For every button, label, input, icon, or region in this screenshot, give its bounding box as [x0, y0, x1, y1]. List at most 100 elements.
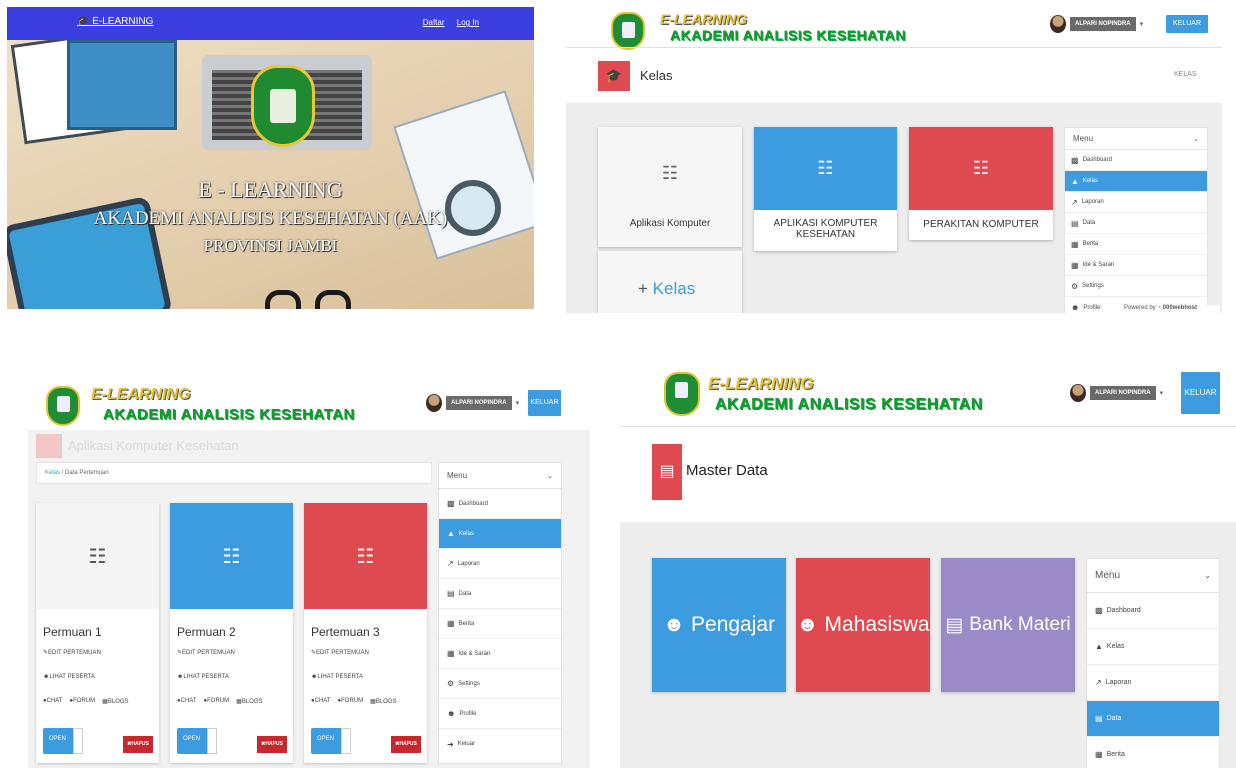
bank-materi-tile[interactable]: ▤ Bank Materi — [941, 558, 1075, 692]
sidebar-item-label: Laporan — [1105, 679, 1132, 686]
delete-button[interactable]: ✖HAPUS — [391, 736, 421, 753]
sidebar-item-settings[interactable]: ⚙ Settings — [439, 669, 561, 699]
line-chart-icon: ↗ — [1095, 678, 1102, 687]
sidebar-item-data[interactable]: ▤ Data — [439, 579, 561, 609]
daftar-link[interactable]: Daftar — [423, 18, 445, 27]
user-menu[interactable]: ALPARI NOPINDRA ▾ — [426, 394, 519, 412]
blogs-link[interactable]: ▦BLOGS — [370, 698, 396, 705]
sidebar-item-dashboard[interactable]: ▩ Dashboard — [439, 489, 561, 519]
chevron-down-icon: ⌄ — [1193, 135, 1199, 143]
breadcrumb[interactable]: KELAS — [1174, 71, 1197, 78]
forum-link[interactable]: ●FORUM — [204, 698, 230, 705]
sidebar-item-data[interactable]: ▤ Data — [1065, 213, 1207, 234]
pengajar-tile[interactable]: ☻ Pengajar — [652, 558, 786, 692]
sidebar-item-label: Ide & Saran — [458, 650, 491, 657]
open-toggle[interactable]: OPEN — [177, 728, 217, 754]
forum-link[interactable]: ●FORUM — [70, 698, 96, 705]
edit-meeting-link[interactable]: ✎EDIT PERTEMUAN — [36, 639, 159, 656]
open-toggle[interactable]: OPEN — [311, 728, 351, 754]
breadcrumb-link[interactable]: Kelas — [45, 470, 60, 476]
class-name: Aplikasi Komputer — [629, 218, 711, 229]
sidebar-item-keluar[interactable]: ➜ Keluar — [439, 729, 561, 759]
open-label: OPEN — [49, 736, 67, 742]
open-label: OPEN — [317, 736, 335, 742]
class-tile[interactable]: ☷ APLIKASI KOMPUTER KESEHATAN — [754, 127, 897, 251]
class-tile[interactable]: ☷ Aplikasi Komputer — [598, 127, 742, 247]
hero-title: E - LEARNING — [198, 177, 343, 202]
sidebar-item-label: Data — [1106, 715, 1122, 722]
user-menu[interactable]: ALPARI NOPINDRA ▾ — [1050, 15, 1143, 33]
sidebar-item-ide-saran[interactable]: ▦ Ide & Saran — [439, 639, 561, 669]
sidebar-item-ide-saran[interactable]: ▦ Ide & Saran — [1065, 255, 1207, 276]
mahasiswa-tile[interactable]: ☻ Mahasiswa — [796, 558, 930, 692]
edit-meeting-link[interactable]: ✎EDIT PERTEMUAN — [304, 639, 427, 656]
sidebar-item-laporan[interactable]: ↗ Laporan — [439, 549, 561, 579]
logout-button[interactable]: KELUAR — [1166, 15, 1208, 33]
sidebar-item-laporan[interactable]: ↗ Laporan — [1087, 665, 1219, 701]
view-participants-link[interactable]: ☻LIHAT PESERTA — [304, 656, 427, 680]
participants-label: LIHAT PESERTA — [317, 674, 363, 680]
class-tile[interactable]: ☷ PERAKITAN KOMPUTER — [909, 127, 1053, 240]
newspaper-icon: ▦ — [447, 619, 455, 628]
sidebar-item-kelas[interactable]: ▲ Kelas — [439, 519, 561, 549]
add-class-label: Kelas — [652, 279, 696, 298]
sidebar-item-data[interactable]: ▤ Data — [1087, 701, 1219, 737]
sidebar-item-profile[interactable]: ☻ Profile — [439, 699, 561, 729]
sidebar-item-settings[interactable]: ⚙ Settings — [1065, 276, 1207, 297]
edit-meeting-link[interactable]: ✎EDIT PERTEMUAN — [170, 639, 293, 656]
database-icon: ▤ — [945, 614, 964, 636]
menu-header[interactable]: Menu ⌄ — [1087, 559, 1219, 593]
sidebar-item-berita[interactable]: ▦ Berita — [1087, 737, 1219, 768]
sidebar-item-berita[interactable]: ▦ Berita — [1065, 234, 1207, 255]
avatar — [426, 394, 442, 412]
delete-button[interactable]: ✖HAPUS — [123, 736, 153, 753]
sidebar-menu: Menu ⌄ ▩ Dashboard ▲ Kelas ↗ Laporan ▤ Data ▦… — [1064, 127, 1208, 313]
view-participants-link[interactable]: ☻LIHAT PESERTA — [170, 656, 293, 680]
class-name: PERAKITAN KOMPUTER — [923, 219, 1039, 230]
sidebar-menu: Menu ⌄ ▩ Dashboard ▲ Kelas ↗ Laporan ▤ Data ▦… — [1086, 558, 1220, 768]
sidebar-item-label: Kelas — [1082, 178, 1098, 184]
aak-logo — [251, 65, 315, 147]
database-icon: ▤ — [652, 444, 682, 500]
menu-header[interactable]: Menu ⌄ — [1065, 128, 1207, 150]
user-name: ALPARI NOPINDRA — [1090, 386, 1156, 400]
database-icon: ▤ — [447, 589, 455, 598]
brand-link[interactable]: 🎓 E-LEARNING — [77, 16, 153, 27]
hosting-badge[interactable]: Powered by ◔ 000webhost — [1124, 305, 1220, 313]
blogs-link[interactable]: ▦BLOGS — [236, 698, 262, 705]
sidebar-item-laporan[interactable]: ↗ Laporan — [1065, 192, 1207, 213]
logout-button[interactable]: KELUAR — [528, 390, 561, 416]
add-class-button[interactable]: + Kelas — [598, 251, 742, 313]
chat-link[interactable]: ●CHAT — [177, 698, 197, 705]
login-link[interactable]: Log In — [457, 18, 479, 27]
user-icon: ☻ — [662, 613, 686, 636]
logout-button[interactable]: KELUAR — [1181, 372, 1220, 414]
sidebar-item-kelas[interactable]: ▲ Kelas — [1087, 629, 1219, 665]
menu-title: Menu — [1095, 570, 1121, 581]
bar-chart-icon: ▩ — [1071, 155, 1079, 165]
faded-icon — [36, 434, 62, 458]
menu-header[interactable]: Menu ⌄ — [439, 463, 561, 489]
sidebar-item-dashboard[interactable]: ▩ Dashboard — [1087, 593, 1219, 629]
breadcrumb: Kelas / Data Pertemuan — [36, 462, 432, 484]
forum-link[interactable]: ●FORUM — [338, 698, 364, 705]
sidebar-item-label: Dashboard — [458, 500, 488, 507]
sidebar-item-dashboard[interactable]: ▩ Dashboard — [1065, 150, 1207, 171]
sidebar-item-label: Profile — [459, 710, 477, 717]
divider — [620, 426, 1236, 427]
line-chart-icon: ↗ — [1071, 197, 1078, 207]
sidebar-item-kelas[interactable]: ▲ Kelas — [1065, 171, 1207, 192]
open-toggle[interactable]: OPEN — [43, 728, 83, 754]
view-participants-link[interactable]: ☻LIHAT PESERTA — [36, 656, 159, 680]
sidebar-item-berita[interactable]: ▦ Berita — [439, 609, 561, 639]
server-icon: ☷ — [170, 503, 293, 609]
blogs-link[interactable]: ▦BLOGS — [102, 698, 128, 705]
user-menu[interactable]: ALPARI NOPINDRA ▾ — [1070, 384, 1163, 402]
chat-link[interactable]: ●CHAT — [43, 698, 63, 705]
book-illustration — [67, 40, 177, 130]
chat-link[interactable]: ●CHAT — [311, 698, 331, 705]
edit-label: EDIT PERTEMUAN — [316, 650, 369, 656]
database-icon: ▤ — [1071, 218, 1079, 228]
delete-button[interactable]: ✖HAPUS — [257, 736, 287, 753]
menu-title: Menu — [447, 471, 468, 480]
